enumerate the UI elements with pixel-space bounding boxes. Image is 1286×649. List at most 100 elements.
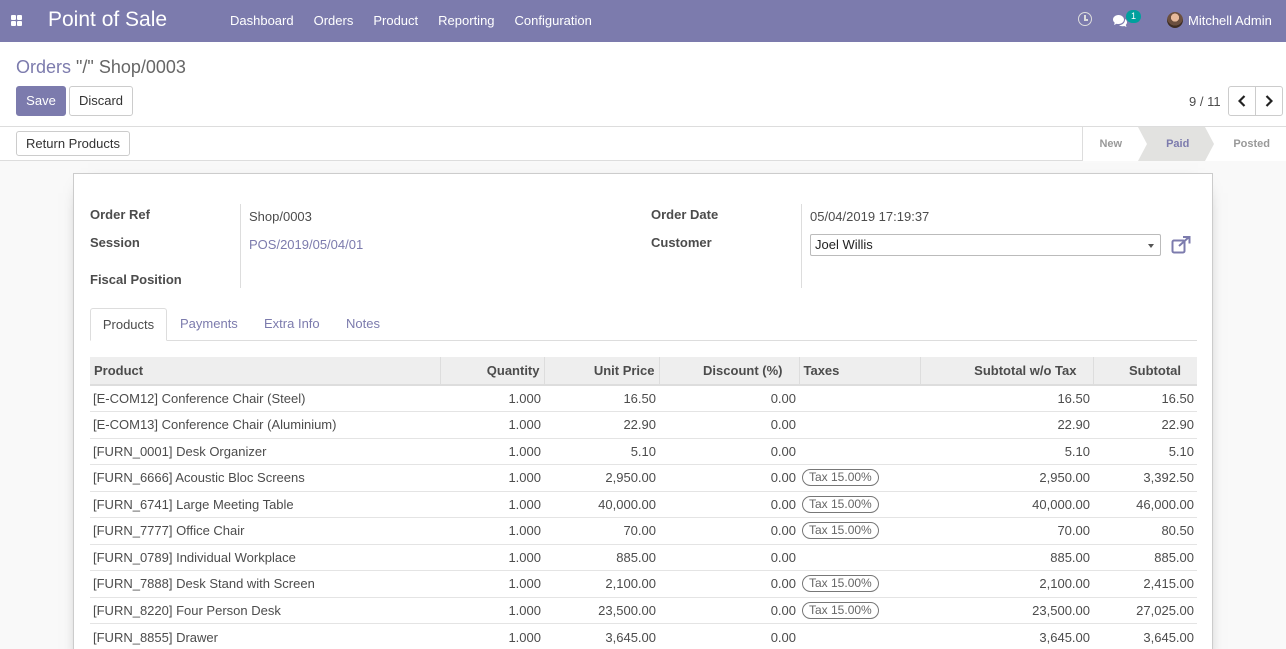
cell-taxes: Tax 15.00% (799, 490, 920, 518)
cell-discount: 0.00 (659, 543, 799, 571)
table-row[interactable]: [FURN_8220] Four Person Desk 1.000 23,500.… (90, 596, 1197, 624)
table-header-row: Product Quantity Unit Price Discount (%)… (90, 357, 1197, 386)
column-header-unit-price[interactable]: Unit Price (544, 357, 660, 386)
cell-discount: 0.00 (659, 437, 799, 465)
menu-configuration[interactable]: Configuration (505, 0, 602, 42)
cell-quantity: 1.000 (440, 517, 544, 544)
cell-product: [FURN_6666] Acoustic Bloc Screens (90, 464, 440, 491)
cell-unit-price: 885.00 (544, 543, 659, 571)
chat-count-badge: 1 (1126, 10, 1141, 23)
tab-payments[interactable]: Payments (180, 308, 238, 341)
control-panel: Orders "/" Shop/0003 Save Discard 9 / 11 (0, 42, 1286, 127)
save-button[interactable]: Save (16, 86, 66, 116)
column-header-discount[interactable]: Discount (%) (659, 357, 800, 386)
cell-unit-price: 2,100.00 (544, 570, 659, 597)
cell-subtotal: 2,415.00 (1093, 570, 1197, 597)
table-row[interactable]: [E-COM12] Conference Chair (Steel) 1.000 1… (90, 384, 1197, 412)
cell-unit-price: 2,950.00 (544, 464, 659, 491)
cell-subtotal-wo-tax: 22.90 (920, 411, 1093, 438)
activity-clock-icon[interactable] (1078, 12, 1092, 26)
table-row[interactable]: [FURN_8855] Drawer 1.000 3,645.00 0.00 3,645… (90, 623, 1197, 649)
table-row[interactable]: [FURN_6666] Acoustic Bloc Screens 1.000 2,… (90, 464, 1197, 491)
cell-quantity: 1.000 (440, 490, 544, 518)
cell-subtotal: 46,000.00 (1093, 490, 1197, 518)
cell-taxes (799, 623, 920, 649)
cell-product: [FURN_8220] Four Person Desk (90, 596, 440, 624)
breadcrumb: Orders "/" Shop/0003 (16, 57, 186, 78)
cell-subtotal: 885.00 (1093, 543, 1197, 571)
table-row[interactable]: [E-COM13] Conference Chair (Aluminium) 1.… (90, 411, 1197, 438)
pager-next-button[interactable] (1255, 86, 1283, 116)
cell-product: [E-COM13] Conference Chair (Aluminium) (90, 411, 440, 438)
column-header-subtotal[interactable]: Subtotal (1093, 357, 1197, 386)
cell-unit-price: 23,500.00 (544, 596, 659, 624)
return-products-button[interactable]: Return Products (16, 131, 130, 156)
session-label: Session (90, 235, 140, 250)
cell-subtotal: 3,645.00 (1093, 623, 1197, 649)
cell-subtotal-wo-tax: 23,500.00 (920, 596, 1093, 624)
cell-quantity: 1.000 (440, 437, 544, 465)
cell-product: [FURN_0789] Individual Workplace (90, 543, 440, 571)
cell-discount: 0.00 (659, 517, 799, 544)
column-header-taxes[interactable]: Taxes (799, 357, 921, 386)
cell-discount: 0.00 (659, 623, 799, 649)
cell-quantity: 1.000 (440, 623, 544, 649)
tax-tag: Tax 15.00% (802, 601, 879, 619)
table-row[interactable]: [FURN_7888] Desk Stand with Screen 1.000 2… (90, 570, 1197, 597)
column-header-subtotal-wo-tax[interactable]: Subtotal w/o Tax (920, 357, 1094, 386)
chevron-left-icon (1238, 95, 1246, 107)
customer-select[interactable]: Joel Willis (810, 234, 1161, 256)
session-link[interactable]: POS/2019/05/04/01 (249, 237, 363, 252)
form-sheet: Order Ref Shop/0003 Session POS/2019/05/… (73, 173, 1213, 649)
cell-taxes: Tax 15.00% (799, 596, 920, 624)
order-ref-value: Shop/0003 (249, 209, 312, 224)
cell-subtotal: 16.50 (1093, 384, 1197, 412)
user-menu[interactable]: Mitchell Admin (1188, 13, 1272, 28)
fiscal-position-label: Fiscal Position (90, 272, 182, 287)
column-header-product[interactable]: Product (90, 357, 441, 386)
app-brand: Point of Sale (48, 8, 168, 31)
table-row[interactable]: [FURN_6741] Large Meeting Table 1.000 40,0… (90, 490, 1197, 518)
column-header-quantity[interactable]: Quantity (440, 357, 545, 386)
pager-previous-button[interactable] (1228, 86, 1256, 116)
cell-subtotal-wo-tax: 16.50 (920, 384, 1093, 412)
cell-subtotal: 22.90 (1093, 411, 1197, 438)
field-separator (801, 204, 802, 288)
breadcrumb-orders-link[interactable]: Orders (16, 57, 71, 77)
cell-subtotal: 27,025.00 (1093, 596, 1197, 624)
cell-subtotal-wo-tax: 2,100.00 (920, 570, 1093, 597)
cell-discount: 0.00 (659, 384, 799, 412)
menu-orders[interactable]: Orders (304, 0, 364, 42)
table-row[interactable]: [FURN_0789] Individual Workplace 1.000 885… (90, 543, 1197, 571)
tab-notes[interactable]: Notes (346, 308, 380, 341)
cell-unit-price: 16.50 (544, 384, 659, 412)
order-ref-label: Order Ref (90, 207, 150, 222)
order-lines-table: Product Quantity Unit Price Discount (%)… (90, 357, 1197, 649)
dropdown-caret-icon (1148, 244, 1154, 248)
status-bar: Return Products New Paid Posted (0, 127, 1286, 161)
menu-product[interactable]: Product (363, 0, 428, 42)
order-date-value: 05/04/2019 17:19:37 (810, 209, 930, 224)
cell-subtotal-wo-tax: 40,000.00 (920, 490, 1093, 518)
user-avatar[interactable] (1167, 12, 1183, 28)
tab-extra-info[interactable]: Extra Info (264, 308, 320, 341)
cell-subtotal-wo-tax: 3,645.00 (920, 623, 1093, 649)
external-link-icon[interactable] (1171, 236, 1191, 254)
table-row[interactable]: [FURN_7777] Office Chair 1.000 70.00 0.00 Ta… (90, 517, 1197, 544)
cell-taxes (799, 384, 920, 412)
cell-discount: 0.00 (659, 596, 799, 624)
cell-discount: 0.00 (659, 570, 799, 597)
table-row[interactable]: [FURN_0001] Desk Organizer 1.000 5.10 0.00 5… (90, 437, 1197, 465)
cell-product: [FURN_6741] Large Meeting Table (90, 490, 440, 518)
cell-unit-price: 70.00 (544, 517, 659, 544)
menu-dashboard[interactable]: Dashboard (220, 0, 304, 42)
apps-menu-icon[interactable] (11, 15, 22, 26)
discard-button[interactable]: Discard (69, 86, 133, 116)
cell-quantity: 1.000 (440, 464, 544, 491)
tab-products[interactable]: Products (90, 308, 167, 341)
order-date-label: Order Date (651, 207, 719, 222)
cell-product: [FURN_7777] Office Chair (90, 517, 440, 544)
menu-reporting[interactable]: Reporting (428, 0, 504, 42)
cell-quantity: 1.000 (440, 596, 544, 624)
cell-quantity: 1.000 (440, 411, 544, 438)
